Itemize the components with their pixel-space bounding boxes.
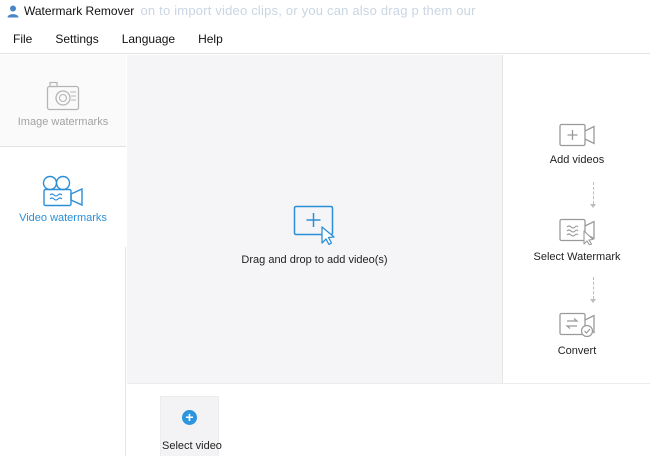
sidebar-item-label: Image watermarks — [17, 116, 109, 128]
drop-zone[interactable]: Drag and drop to add video(s) — [127, 55, 502, 383]
add-video-icon — [559, 123, 595, 147]
sidebar: Image watermarks Video watermarks — [0, 55, 126, 456]
step-connector — [593, 277, 594, 299]
sidebar-item-video-watermarks[interactable]: Video watermarks — [0, 147, 126, 247]
title-bar-background-text: button to import video clips, or you can… — [118, 3, 476, 18]
step-label: Add videos — [549, 154, 605, 166]
sidebar-item-image-watermarks[interactable]: Image watermarks — [0, 55, 126, 147]
menu-bar: File Settings Language Help — [0, 24, 650, 54]
menu-help[interactable]: Help — [195, 28, 226, 50]
camera-icon — [46, 81, 80, 111]
menu-language[interactable]: Language — [119, 28, 178, 50]
menu-settings[interactable]: Settings — [52, 28, 101, 50]
step-add-videos: Add videos — [503, 122, 650, 166]
bottom-toolbar: + Select video — [127, 383, 650, 456]
title-bar: button to import video clips, or you can… — [0, 0, 650, 22]
step-convert: Convert — [503, 311, 650, 357]
convert-icon — [559, 312, 595, 338]
menu-file[interactable]: File — [10, 28, 35, 50]
step-label: Convert — [557, 345, 597, 357]
sidebar-item-label: Video watermarks — [19, 212, 107, 224]
step-connector — [593, 182, 594, 204]
steps-panel: Add videos Select Watermark Convert — [502, 55, 650, 383]
select-video-label: Select video — [162, 440, 222, 452]
step-select-watermark: Select Watermark — [503, 217, 650, 263]
arrow-down-icon — [590, 204, 596, 208]
window-title: Watermark Remover — [24, 4, 141, 18]
select-watermark-icon — [559, 218, 595, 245]
arrow-down-icon — [590, 299, 596, 303]
step-label: Select Watermark — [533, 251, 621, 263]
add-video-cursor-icon — [293, 205, 335, 245]
drop-zone-label: Drag and drop to add video(s) — [241, 254, 388, 266]
video-camera-icon — [42, 175, 83, 207]
plus-icon: + — [182, 410, 197, 425]
app-user-icon — [7, 5, 19, 18]
